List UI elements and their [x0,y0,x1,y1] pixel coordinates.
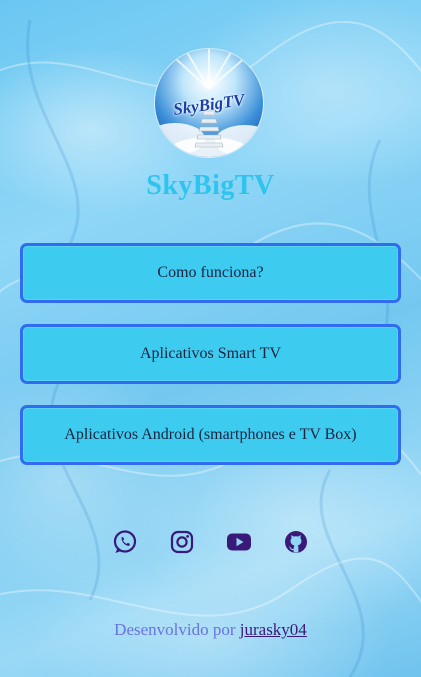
footer-prefix: Desenvolvido por [114,620,236,639]
footer-credit: Desenvolvido por jurasky04 [0,620,421,640]
button-label: Aplicativos Android (smartphones e TV Bo… [64,426,357,443]
button-label: Aplicativos Smart TV [139,345,282,362]
whatsapp-icon[interactable] [112,529,138,555]
brand-logo: SkyBigTV [155,49,263,157]
youtube-icon[interactable] [226,529,252,555]
github-icon[interactable] [283,529,309,555]
author-link[interactable]: jurasky04 [240,620,307,639]
page-title: SkyBigTV [146,170,275,201]
android-apps-button[interactable]: Aplicativos Android (smartphones e TV Bo… [20,405,401,465]
button-label: Como funciona? [157,264,264,281]
social-links [0,529,421,557]
how-it-works-button[interactable]: Como funciona? [20,243,401,303]
instagram-icon[interactable] [169,529,195,555]
smart-tv-apps-button[interactable]: Aplicativos Smart TV [20,324,401,384]
